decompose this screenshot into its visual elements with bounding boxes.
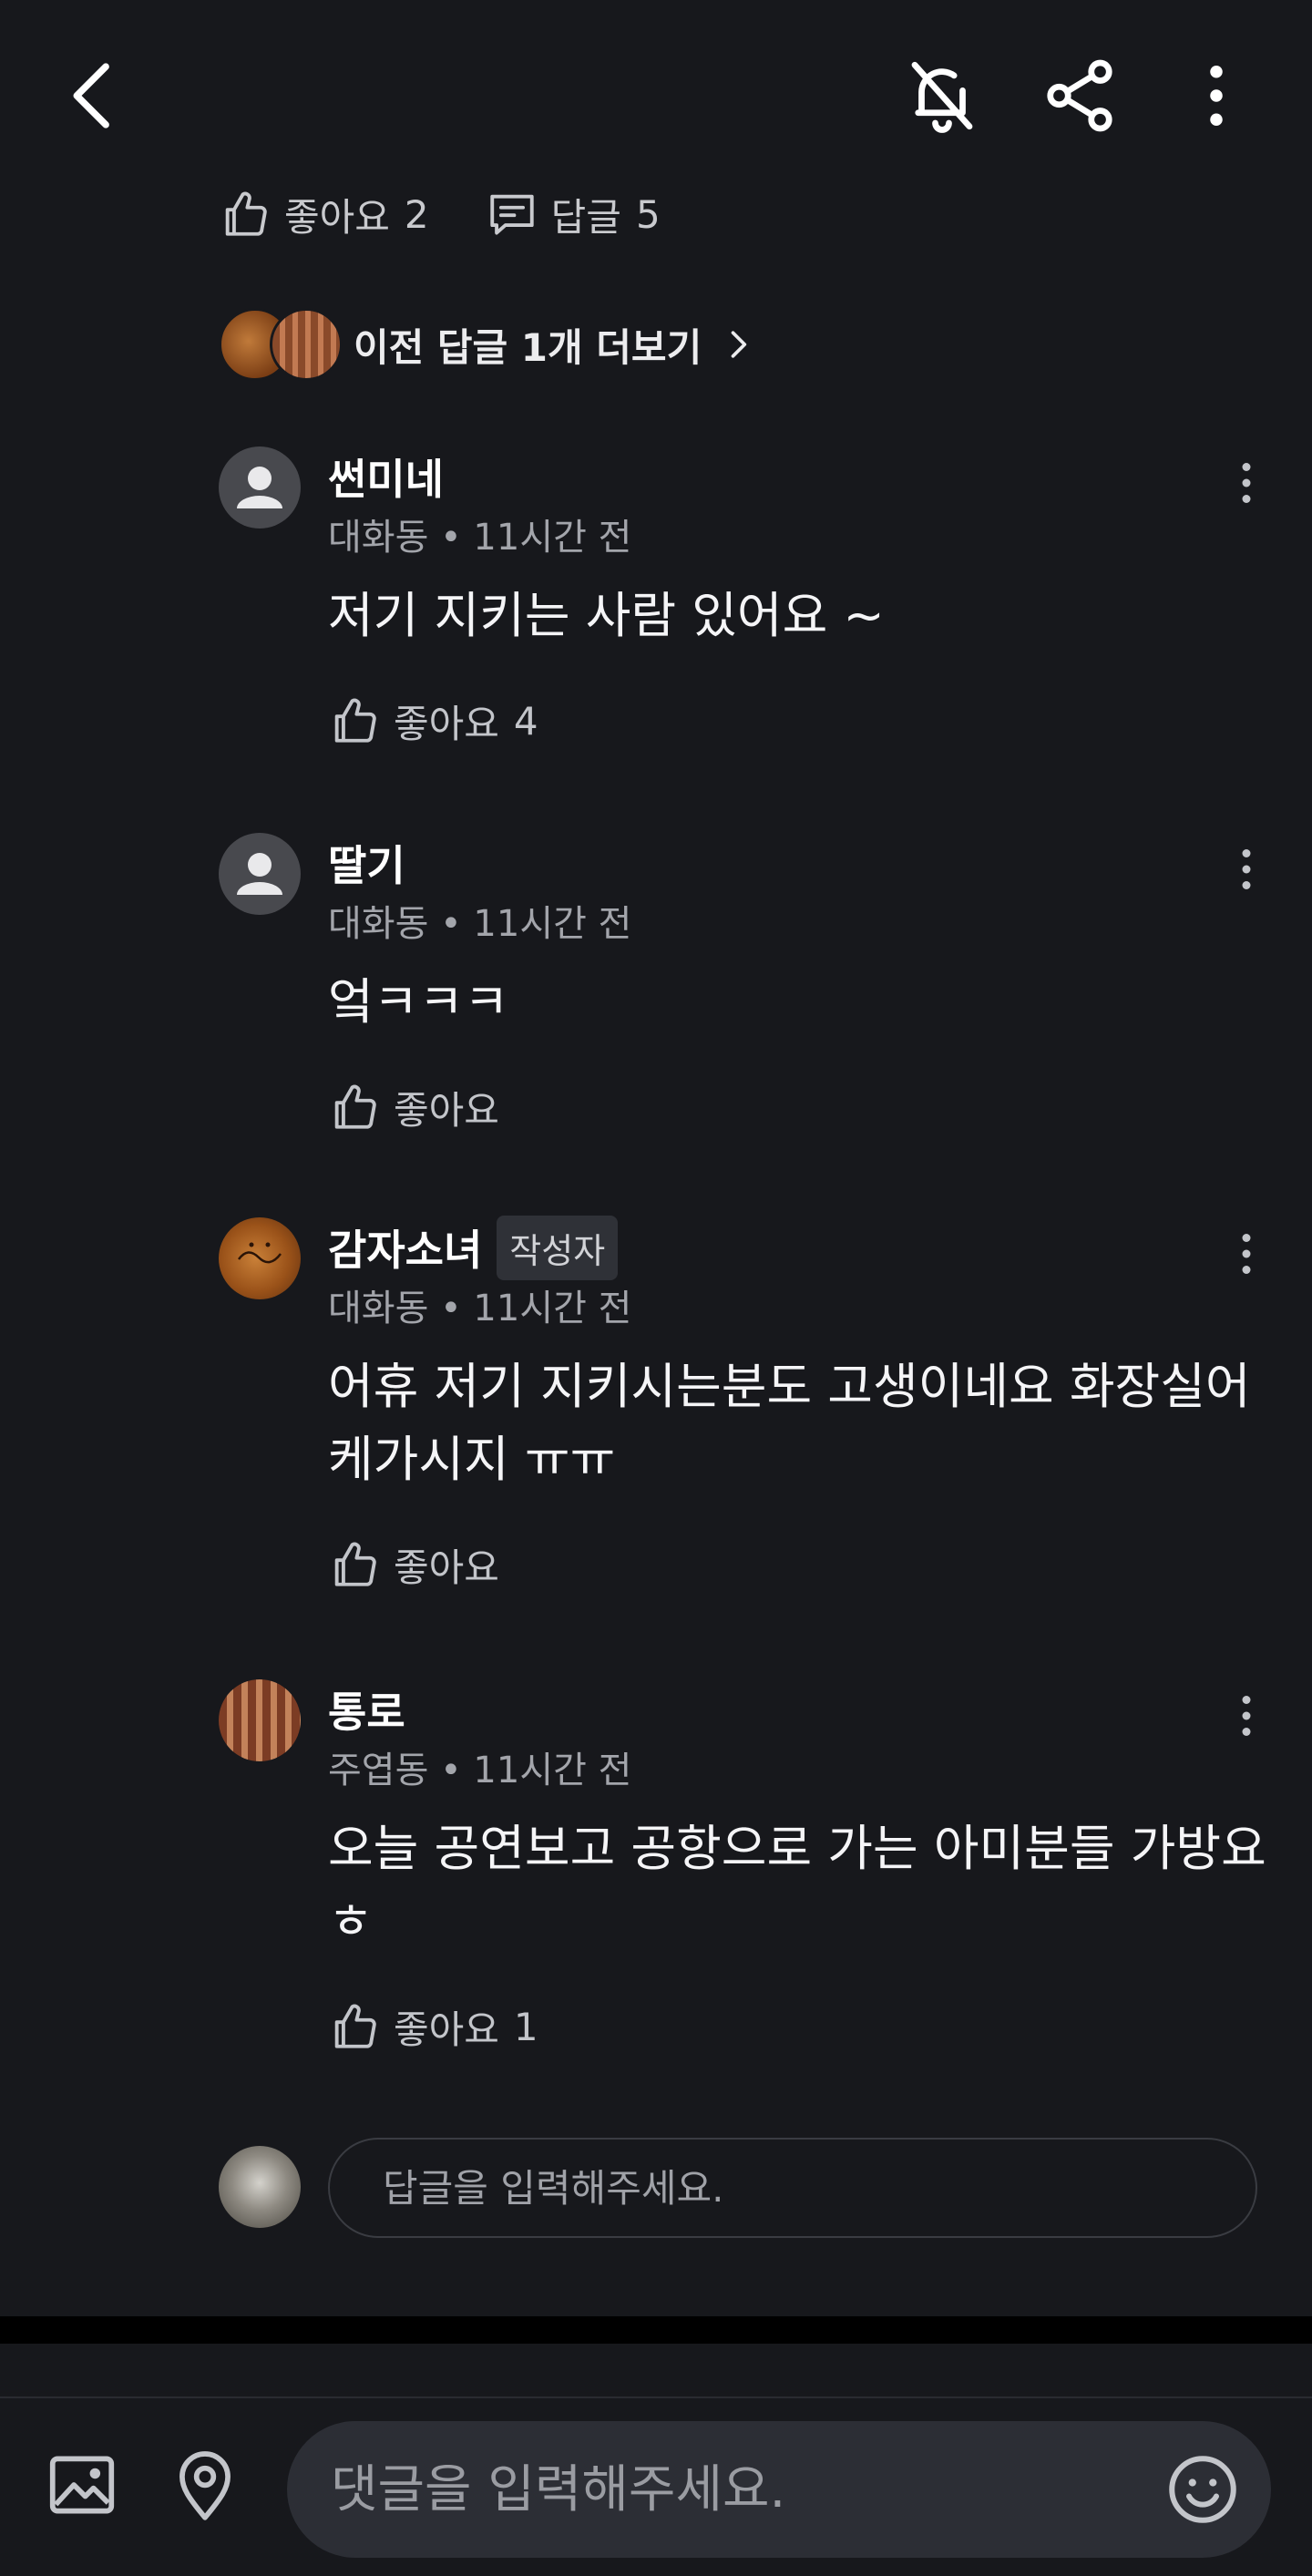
load-previous-replies-button[interactable]: 이전 답글 1개 더보기 bbox=[219, 308, 758, 381]
attach-location-button[interactable] bbox=[159, 2439, 251, 2530]
comment-like-button[interactable]: 좋아요 bbox=[328, 1533, 499, 1596]
comment-author[interactable]: 감자소녀 bbox=[328, 1217, 482, 1278]
comment-text: 어휴 저기 지키시는분도 고생이네요 화장실어케가시지 ㅠㅠ bbox=[328, 1358, 1251, 1488]
comment-author[interactable]: 딸기 bbox=[328, 833, 405, 893]
replier-avatars bbox=[219, 308, 343, 381]
comment-author[interactable]: 통로 bbox=[328, 1679, 405, 1740]
comment-more-button[interactable] bbox=[1219, 446, 1274, 519]
comment-meta: 주엽동 • 11시간 전 bbox=[328, 1750, 632, 1791]
more-vertical-icon bbox=[1210, 66, 1223, 126]
share-button[interactable] bbox=[1030, 46, 1130, 146]
comment-text: 저기 지키는 사람 있어요 ~ bbox=[328, 587, 885, 644]
post-stats: 좋아요 2 답글 5 bbox=[219, 182, 717, 246]
comment-like-button[interactable]: 좋아요 4 bbox=[328, 689, 538, 753]
more-vertical-icon bbox=[1242, 463, 1251, 503]
avatar[interactable] bbox=[219, 1679, 301, 1761]
load-previous-replies-label: 이전 답글 1개 더보기 bbox=[354, 324, 702, 370]
comment-like-count: 4 bbox=[513, 698, 538, 744]
post-reply-label: 답글 bbox=[550, 194, 621, 240]
back-button[interactable] bbox=[44, 46, 144, 146]
notification-off-icon bbox=[911, 61, 973, 133]
post-reply-count: 5 bbox=[635, 191, 661, 237]
post-reply-button[interactable]: 답글 5 bbox=[486, 187, 661, 242]
comment-meta: 대화동 • 11시간 전 bbox=[328, 517, 632, 559]
comment-meta: 대화동 • 11시간 전 bbox=[328, 903, 632, 945]
comment-more-button[interactable] bbox=[1219, 1217, 1274, 1290]
image-icon bbox=[49, 2456, 115, 2514]
comment-like-button[interactable]: 좋아요 1 bbox=[328, 1995, 538, 2058]
comment-like-label: 좋아요 bbox=[394, 2006, 499, 2052]
reply-input[interactable] bbox=[328, 2138, 1257, 2238]
avatar[interactable] bbox=[219, 833, 301, 915]
comment-like-label: 좋아요 bbox=[394, 1545, 499, 1590]
thumbs-up-icon bbox=[334, 698, 376, 743]
notification-toggle-button[interactable] bbox=[892, 46, 992, 146]
comment-more-button[interactable] bbox=[1219, 833, 1274, 906]
avatar[interactable] bbox=[219, 446, 301, 529]
location-pin-icon bbox=[179, 2451, 231, 2520]
comment-more-button[interactable] bbox=[1219, 1679, 1274, 1752]
comment-like-label: 좋아요 bbox=[394, 701, 499, 746]
default-avatar-icon bbox=[237, 467, 282, 508]
comment-composer-bar bbox=[0, 2396, 1312, 2576]
comment-input[interactable] bbox=[331, 2421, 1060, 2558]
comment-meta: 대화동 • 11시간 전 bbox=[328, 1288, 632, 1329]
emoji-icon bbox=[1169, 2456, 1236, 2523]
chevron-right-icon bbox=[731, 331, 747, 358]
section-divider bbox=[0, 2316, 1312, 2344]
post-like-count: 2 bbox=[404, 191, 429, 237]
thumbs-up-icon bbox=[334, 1084, 376, 1129]
comment-text: 엌ㅋㅋㅋ bbox=[328, 973, 509, 1031]
back-arrow-icon bbox=[73, 63, 109, 128]
comment-text: 오늘 공연보고 공항으로 가는 아미분들 가방요 ㅎ bbox=[328, 1820, 1266, 1950]
thumbs-up-icon bbox=[225, 191, 267, 236]
comment-icon bbox=[489, 194, 534, 235]
more-vertical-icon bbox=[1242, 1234, 1251, 1274]
comment-field bbox=[287, 2421, 1271, 2558]
potato-avatar-icon bbox=[237, 1242, 282, 1264]
more-vertical-icon bbox=[1242, 849, 1251, 889]
avatar bbox=[219, 2146, 301, 2228]
attach-image-button[interactable] bbox=[36, 2439, 128, 2530]
comment-like-label: 좋아요 bbox=[394, 1087, 499, 1133]
avatar[interactable] bbox=[219, 1217, 301, 1299]
comment-author[interactable]: 썬미네 bbox=[328, 446, 444, 507]
share-icon bbox=[1047, 59, 1112, 132]
thumbs-up-icon bbox=[334, 2004, 376, 2048]
comment-like-button[interactable]: 좋아요 bbox=[328, 1075, 499, 1139]
more-vertical-icon bbox=[1242, 1696, 1251, 1736]
avatar bbox=[270, 308, 343, 381]
more-options-button[interactable] bbox=[1166, 46, 1266, 146]
post-like-label: 좋아요 bbox=[284, 194, 390, 240]
author-badge: 작성자 bbox=[497, 1215, 619, 1280]
top-app-bar bbox=[0, 0, 1312, 191]
post-like-button[interactable]: 좋아요 2 bbox=[219, 187, 429, 242]
comment-like-count: 1 bbox=[513, 2004, 538, 2049]
emoji-button[interactable] bbox=[1162, 2448, 1244, 2530]
thumbs-up-icon bbox=[334, 1542, 376, 1586]
reply-composer bbox=[219, 2138, 1257, 2238]
default-avatar-icon bbox=[237, 853, 282, 895]
